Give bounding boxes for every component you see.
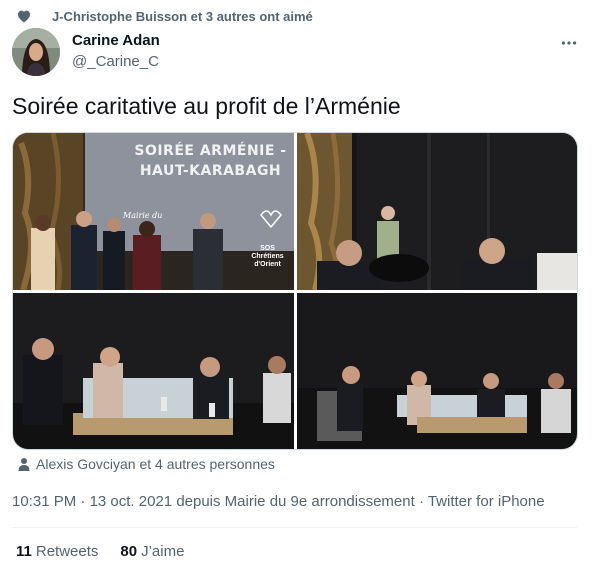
photo-4[interactable] [297, 293, 577, 449]
tweet-time[interactable]: 10:31 PM [12, 493, 76, 510]
retweets-stat[interactable]: 11 Retweets [16, 543, 98, 560]
heart-icon [16, 8, 32, 24]
photo-1[interactable]: SOIRÉE ARMÉNIE - HAUT-KARABAGH Mairie du… [13, 133, 294, 290]
media-grid: SOIRÉE ARMÉNIE - HAUT-KARABAGH Mairie du… [12, 132, 578, 450]
author-info[interactable]: Carine Adan @_Carine_C [72, 32, 160, 72]
photo-2[interactable] [297, 133, 577, 290]
tweet-source[interactable]: Twitter for iPhone [428, 493, 545, 510]
social-context-text: J-Christophe Buisson et 3 autres ont aim… [52, 8, 313, 24]
screen-title-line-1: SOIRÉE ARMÉNIE - [134, 143, 287, 159]
tweet-location[interactable]: depuis Mairie du 9e arrondissement [176, 493, 414, 510]
display-name[interactable]: Carine Adan [72, 32, 160, 50]
tagged-people[interactable]: Alexis Govciyan et 4 autres personnes [17, 456, 275, 472]
person-icon [17, 457, 31, 471]
meta-separator: · [414, 493, 428, 510]
likes-count: 80 [120, 543, 138, 560]
sos-logo-line-1: SOS [260, 245, 275, 252]
meta-separator: · [76, 493, 90, 510]
likes-label: J’aime [141, 543, 185, 560]
retweets-label: Retweets [35, 543, 99, 560]
retweets-count: 11 [16, 543, 32, 560]
sos-logo-line-2: Chrétiens d'Orient [251, 253, 284, 268]
tagged-text: Alexis Govciyan et 4 autres personnes [36, 456, 275, 472]
screen-title: SOIRÉE ARMÉNIE - HAUT-KARABAGH [108, 141, 294, 181]
avatar[interactable] [12, 28, 60, 76]
screen-title-line-2: HAUT-KARABAGH [139, 163, 282, 179]
tweet-meta: 10:31 PM · 13 oct. 2021 depuis Mairie du… [12, 492, 545, 512]
tweet-text: Soirée caritative au profit de l’Arménie [12, 93, 401, 119]
tweet-date[interactable]: 13 oct. 2021 [90, 493, 173, 510]
sos-logo-text: SOS Chrétiens d'Orient [241, 245, 294, 269]
user-handle[interactable]: @_Carine_C [72, 52, 160, 72]
more-icon[interactable] [561, 30, 577, 51]
mairie-sign: Mairie du [123, 211, 163, 220]
divider [12, 527, 577, 528]
photo-3[interactable] [13, 293, 294, 449]
social-context[interactable]: J-Christophe Buisson et 3 autres ont aim… [16, 6, 313, 26]
tweet-stats: 11 Retweets 80 J’aime [16, 543, 206, 560]
likes-stat[interactable]: 80 J’aime [120, 543, 184, 560]
